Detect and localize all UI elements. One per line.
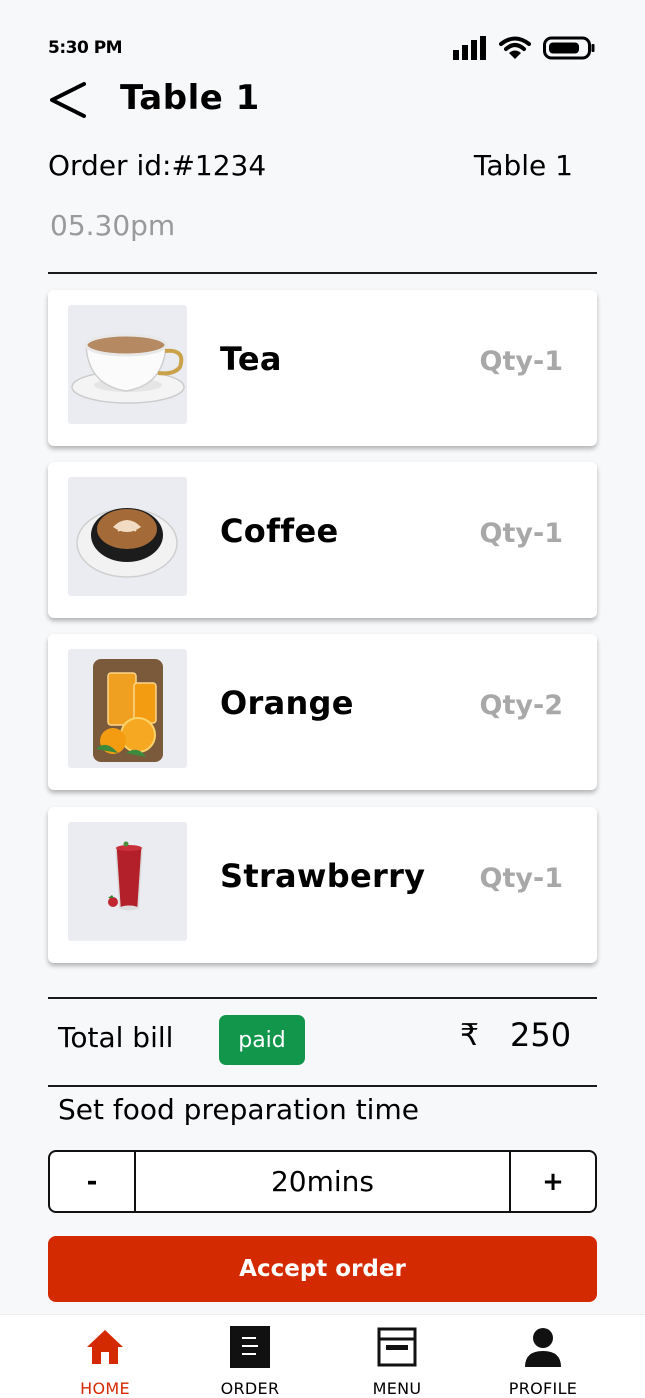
order-item-card[interactable]: Coffee Qty-1 bbox=[48, 462, 597, 618]
increase-button[interactable]: + bbox=[509, 1152, 595, 1211]
profile-icon bbox=[523, 1327, 563, 1367]
item-qty: Qty-1 bbox=[479, 518, 563, 549]
nav-home[interactable]: HOME bbox=[50, 1325, 160, 1398]
status-time: 5:30 PM bbox=[48, 38, 123, 58]
order-item-card[interactable]: Tea Qty-1 bbox=[48, 290, 597, 446]
coffee-image bbox=[68, 477, 187, 596]
order-table: Table 1 bbox=[473, 149, 573, 182]
home-icon bbox=[85, 1327, 125, 1367]
nav-profile[interactable]: PROFILE bbox=[488, 1325, 598, 1398]
nav-order[interactable]: ORDER bbox=[195, 1325, 305, 1398]
tea-image bbox=[68, 305, 187, 424]
page-title: Table 1 bbox=[120, 78, 260, 118]
item-qty: Qty-1 bbox=[479, 863, 563, 894]
item-name: Coffee bbox=[220, 512, 339, 550]
order-icon bbox=[230, 1326, 270, 1368]
item-name: Orange bbox=[220, 684, 354, 722]
total-amount: 250 bbox=[510, 1016, 572, 1054]
item-name: Strawberry bbox=[220, 857, 426, 895]
back-arrow-icon bbox=[50, 82, 86, 118]
nav-menu[interactable]: MENU bbox=[342, 1325, 452, 1398]
item-qty: Qty-2 bbox=[479, 690, 563, 721]
accept-order-button[interactable]: Accept order bbox=[48, 1236, 597, 1302]
order-item-card[interactable]: Orange Qty-2 bbox=[48, 634, 597, 790]
menu-icon bbox=[377, 1327, 417, 1367]
prep-time-value: 20mins bbox=[270, 1165, 375, 1198]
item-name: Tea bbox=[220, 340, 282, 378]
wifi-icon bbox=[499, 36, 531, 59]
status-icons bbox=[453, 36, 595, 60]
nav-label-order: ORDER bbox=[220, 1379, 280, 1398]
header: Table 1 bbox=[0, 70, 645, 130]
divider bbox=[48, 272, 597, 274]
total-bill-label: Total bill bbox=[58, 1021, 174, 1054]
nav-label-menu: MENU bbox=[372, 1379, 422, 1398]
rupee-icon: ₹ bbox=[460, 1018, 480, 1053]
back-button[interactable] bbox=[48, 78, 92, 122]
orange-juice-image bbox=[68, 649, 187, 768]
item-qty: Qty-1 bbox=[479, 346, 563, 377]
status-bar: 5:30 PM bbox=[0, 0, 645, 80]
bottom-nav: HOME ORDER MENU PROFILE bbox=[0, 1314, 645, 1398]
prep-time-stepper: - 20mins + bbox=[48, 1150, 597, 1213]
paid-status-badge: paid bbox=[219, 1015, 305, 1065]
battery-icon bbox=[543, 36, 595, 60]
nav-label-profile: PROFILE bbox=[508, 1379, 578, 1398]
nav-label-home: HOME bbox=[80, 1379, 130, 1398]
signal-icon bbox=[453, 36, 486, 60]
divider bbox=[48, 1085, 597, 1087]
decrease-button[interactable]: - bbox=[50, 1152, 136, 1211]
order-time: 05.30pm bbox=[50, 209, 176, 242]
strawberry-juice-image bbox=[68, 822, 187, 941]
order-item-card[interactable]: Strawberry Qty-1 bbox=[48, 807, 597, 963]
prep-time-label: Set food preparation time bbox=[58, 1093, 419, 1126]
divider bbox=[48, 997, 597, 999]
order-id: Order id:#1234 bbox=[48, 149, 267, 182]
